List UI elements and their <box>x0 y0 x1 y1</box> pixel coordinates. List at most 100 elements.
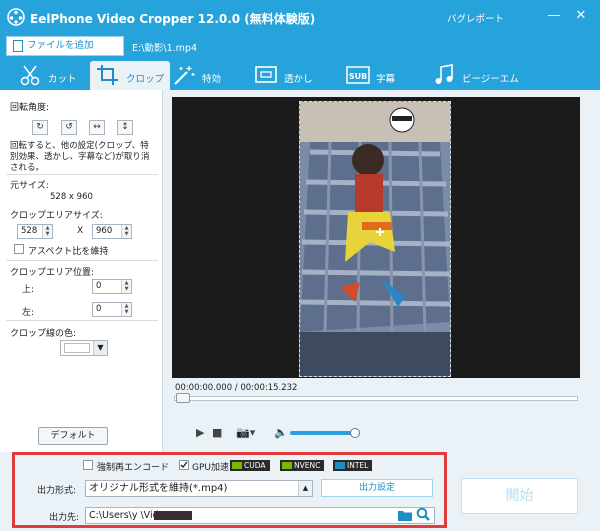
default-button[interactable]: デフォルト <box>38 427 108 445</box>
divider <box>6 320 158 321</box>
crop-height-input[interactable]: 960 ▲ ▼ <box>92 224 132 239</box>
tab-crop-label: クロップ <box>126 74 165 85</box>
start-button[interactable]: 開始 <box>461 478 578 514</box>
volume-icon[interactable]: 🔈 <box>274 426 288 440</box>
tab-subtitle-label: 字幕 <box>376 74 396 85</box>
intel-logo-icon <box>335 462 345 469</box>
intel-badge: INTEL <box>333 460 373 471</box>
tab-cut-label: カット <box>48 74 77 85</box>
keep-aspect-label: アスペクト比を維持 <box>28 247 109 257</box>
tab-effects[interactable]: 特効 <box>172 61 252 90</box>
output-format-select[interactable]: オリジナル形式を維持(*.mp4) ▲ <box>85 480 313 497</box>
original-size-label: 元サイズ: <box>10 181 49 191</box>
rotation-label: 回転角度: <box>10 103 50 113</box>
crop-area-position-label: クロップエリア位置: <box>10 268 95 278</box>
current-file-name: E:\動影\1.mp4 <box>132 43 197 54</box>
top-position-input[interactable]: 0 ▲ ▼ <box>92 279 132 294</box>
rotate-counterclockwise-button[interactable]: ↺ <box>61 120 77 135</box>
top-label: 上: <box>22 285 35 295</box>
left-position-input[interactable]: 0 ▲ ▼ <box>92 302 132 317</box>
chevron-up-icon[interactable]: ▲ <box>298 481 312 496</box>
crop-width-value: 528 <box>21 226 38 236</box>
tab-effects-label: 特効 <box>202 74 222 85</box>
crop-size-separator: X <box>77 226 84 236</box>
divider <box>6 260 158 261</box>
feature-tabs: カット クロップ 特効 透かし SUB 字幕 ビージーエム <box>0 58 600 90</box>
force-encode-label: 強制再エンコード <box>97 463 170 473</box>
gpu-accel-label: GPU加速 <box>192 463 229 473</box>
nvidia-logo-icon <box>232 462 242 469</box>
video-frame-image <box>300 102 450 376</box>
file-bar: ファイルを追加 E:\動影\1.mp4 <box>0 34 600 58</box>
nvenc-label: NVENC <box>294 461 321 470</box>
crop-area-size-label: クロップエリアサイズ: <box>10 211 103 221</box>
keep-aspect-checkbox[interactable] <box>14 244 24 254</box>
cuda-badge: CUDA <box>230 460 270 471</box>
tab-watermark-label: 透かし <box>284 74 313 85</box>
left-label: 左: <box>22 308 35 318</box>
spinner-arrows-icon[interactable]: ▲ ▼ <box>121 303 131 316</box>
rotation-note: 回転すると、他の設定(クロップ、特別効果、透かし、字幕など)が取り消される。 <box>10 141 150 173</box>
add-file-button[interactable]: ファイルを追加 <box>6 36 124 56</box>
flip-vertical-button[interactable]: ↕ <box>117 120 133 135</box>
redaction-bar <box>154 511 192 520</box>
output-settings-button[interactable]: 出力設定 <box>321 479 433 497</box>
crop-line-color-label: クロップ線の色: <box>10 329 77 339</box>
intel-label: INTEL <box>347 461 369 470</box>
crop-frame[interactable] <box>299 101 451 377</box>
tab-crop[interactable]: クロップ <box>90 61 170 90</box>
output-path-field[interactable]: C:\Users\y \Videos\ <box>85 507 435 524</box>
spinner-arrows-icon[interactable]: ▲ ▼ <box>121 280 131 293</box>
timeline-handle[interactable] <box>176 393 190 403</box>
checkmark-icon <box>180 461 188 469</box>
chevron-down-icon[interactable]: ▼ <box>93 341 107 355</box>
gpu-accel-checkbox[interactable] <box>179 460 189 470</box>
folder-icon[interactable] <box>398 509 412 521</box>
volume-slider-handle[interactable] <box>350 428 360 438</box>
music-note-icon <box>435 64 453 84</box>
app-title: EelPhone Video Cropper 12.0.0 (無料体験版) <box>30 12 316 26</box>
flip-horizontal-button[interactable]: ↔ <box>89 120 105 135</box>
minimize-button[interactable]: — <box>545 8 563 24</box>
output-destination-label: 出力先: <box>49 513 80 523</box>
nvidia-logo-icon <box>282 462 292 469</box>
video-preview[interactable] <box>172 97 580 378</box>
left-position-value: 0 <box>96 304 102 314</box>
tab-cut[interactable]: カット <box>18 61 88 90</box>
add-file-label: ファイルを追加 <box>27 40 94 51</box>
tab-watermark[interactable]: 透かし <box>254 61 334 90</box>
output-format-value: オリジナル形式を維持(*.mp4) <box>89 483 228 494</box>
stop-icon[interactable]: ■ <box>212 426 222 440</box>
divider <box>6 174 158 175</box>
bug-report-link[interactable]: バグレポート <box>447 11 504 25</box>
app-logo-icon <box>7 8 25 26</box>
tab-bgm[interactable]: ビージーエム <box>432 61 542 90</box>
spinner-arrows-icon[interactable]: ▲ ▼ <box>121 225 131 238</box>
force-encode-checkbox[interactable] <box>83 460 93 470</box>
add-file-icon <box>13 40 23 52</box>
watermark-icon <box>255 66 277 83</box>
tab-subtitle[interactable]: SUB 字幕 <box>346 61 426 90</box>
spinner-arrows-icon[interactable]: ▲ ▼ <box>42 225 52 238</box>
crop-icon <box>97 65 118 85</box>
output-format-label: 出力形式: <box>37 486 77 496</box>
close-button[interactable]: ✕ <box>572 8 590 24</box>
output-settings-box: 強制再エンコード GPU加速 CUDA NVENC INTEL 出力形式: オリ… <box>12 452 447 528</box>
timeline-scrubber[interactable] <box>174 396 578 401</box>
crop-width-input[interactable]: 528 ▲ ▼ <box>17 224 53 239</box>
scissors-icon <box>20 65 40 86</box>
subtitle-icon: SUB <box>346 66 370 84</box>
nvenc-badge: NVENC <box>280 460 325 471</box>
top-position-value: 0 <box>96 281 102 291</box>
camera-icon[interactable]: 📷▾ <box>236 426 255 440</box>
title-bar: EelPhone Video Cropper 12.0.0 (無料体験版) バグ… <box>0 0 600 34</box>
volume-slider[interactable] <box>290 431 356 435</box>
magic-wand-icon <box>174 66 195 85</box>
rotate-clockwise-button[interactable]: ↻ <box>32 120 48 135</box>
color-swatch <box>64 343 90 353</box>
search-icon[interactable] <box>416 507 430 521</box>
crop-settings-panel: 回転角度: ↻ ↺ ↔ ↕ 回転すると、他の設定(クロップ、特別効果、透かし、字… <box>0 90 163 452</box>
crop-line-color-picker[interactable]: ▼ <box>60 340 108 356</box>
play-icon[interactable]: ▶ <box>196 426 204 440</box>
svg-text:SUB: SUB <box>349 72 367 81</box>
